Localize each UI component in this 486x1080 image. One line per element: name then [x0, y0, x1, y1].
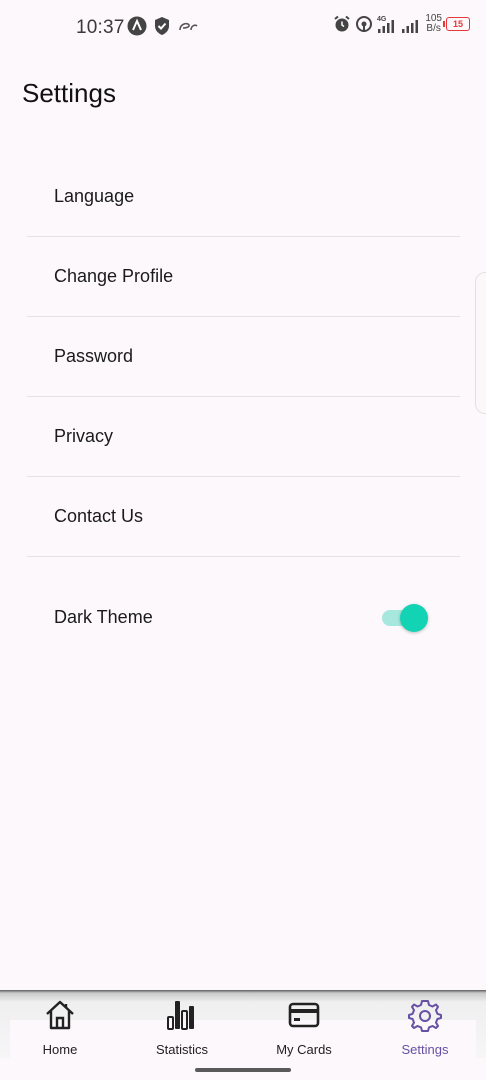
settings-item-label: Contact Us	[54, 506, 144, 526]
signal-4g-icon: 4G	[377, 16, 395, 33]
alarm-icon	[334, 15, 350, 32]
app-e-icon	[179, 22, 198, 31]
settings-item-label: Change Profile	[54, 266, 174, 286]
status-notification-icons	[127, 16, 199, 36]
shield-icon	[155, 17, 169, 35]
dark-theme-toggle[interactable]	[382, 604, 428, 632]
status-time: 10:37	[76, 17, 125, 38]
settings-item-label: Language	[54, 186, 135, 206]
settings-item-privacy[interactable]: Privacy	[27, 397, 460, 477]
network-type-label: 4G	[377, 16, 387, 23]
nav-item-statistics[interactable]: Statistics	[127, 998, 237, 1060]
nav-label-my-cards: My Cards	[276, 1042, 332, 1057]
nav-item-settings[interactable]: Settings	[370, 998, 480, 1060]
home-icon	[46, 1000, 74, 1030]
nav-label-statistics: Statistics	[155, 1042, 208, 1057]
nav-item-my-cards[interactable]: My Cards	[249, 998, 359, 1060]
edge-panel-handle[interactable]	[475, 272, 486, 414]
dark-theme-label: Dark Theme	[54, 606, 153, 627]
status-system-icons: 4G 105 B/s 15	[333, 14, 470, 34]
hotspot-icon	[356, 16, 373, 32]
toggle-thumb	[400, 604, 428, 632]
speed-unit: B/s	[426, 23, 441, 34]
card-icon	[288, 1002, 320, 1028]
nav-label-settings: Settings	[401, 1042, 449, 1057]
settings-item-dark-theme: Dark Theme	[27, 557, 460, 677]
nav-item-home[interactable]: Home	[5, 998, 115, 1060]
settings-item-label: Privacy	[54, 426, 114, 446]
settings-screen: 10:37 4G 105 B/s 15 Settings Language Ch…	[0, 0, 486, 1080]
settings-item-language[interactable]: Language	[27, 157, 460, 237]
page-title: Settings	[22, 78, 116, 108]
gear-icon	[408, 1000, 442, 1032]
settings-item-change-profile[interactable]: Change Profile	[27, 237, 460, 317]
bar-chart-icon	[167, 1001, 194, 1030]
settings-item-password[interactable]: Password	[27, 317, 460, 397]
nav-label-home: Home	[42, 1042, 78, 1057]
settings-list: Language Change Profile Password Privacy…	[27, 157, 460, 677]
battery-icon: 15	[443, 17, 470, 31]
home-indicator[interactable]	[195, 1068, 291, 1072]
status-bar: 10:37 4G 105 B/s 15	[0, 0, 486, 56]
app-a-icon	[127, 16, 147, 36]
network-speed: 105 B/s	[425, 14, 442, 34]
settings-item-label: Password	[54, 346, 134, 366]
settings-item-contact-us[interactable]: Contact Us	[27, 477, 460, 557]
signal-icon	[402, 20, 419, 33]
